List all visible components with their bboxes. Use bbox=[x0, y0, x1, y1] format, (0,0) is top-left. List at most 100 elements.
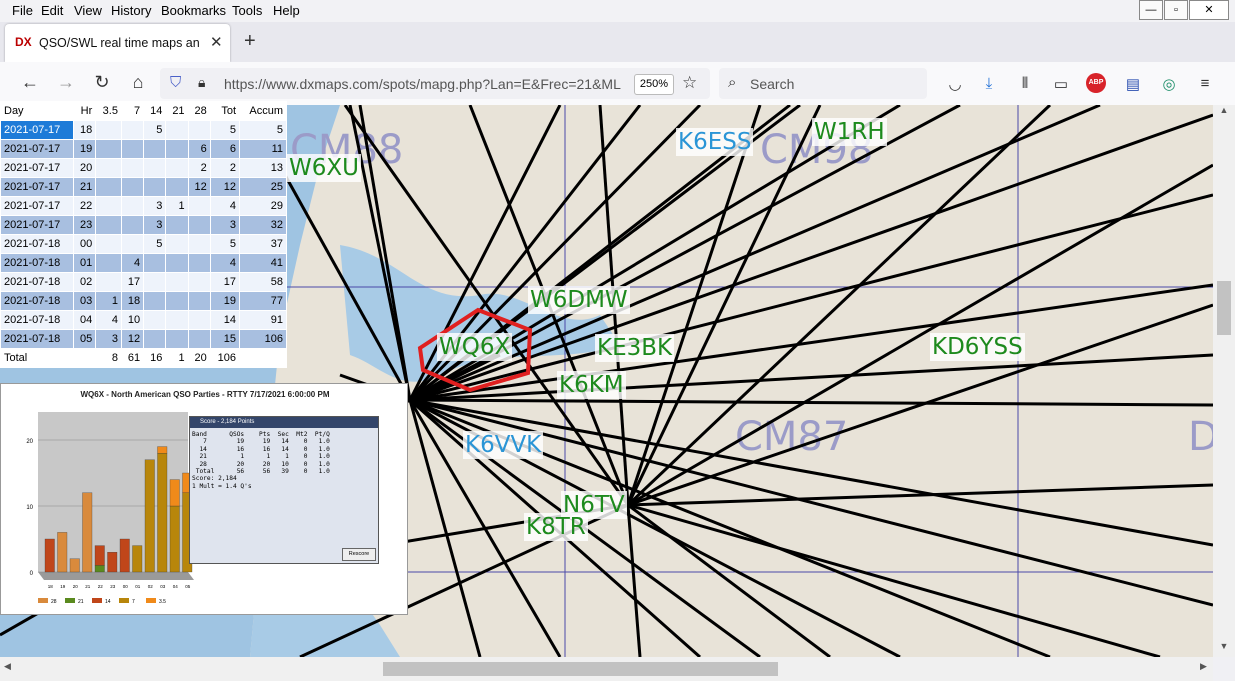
table-row[interactable]: 2021-07-18 03 1 18 19 77 bbox=[0, 291, 287, 311]
table-row[interactable]: 2021-07-18 01 4 4 41 bbox=[0, 253, 287, 273]
table-cell bbox=[120, 215, 145, 235]
horizontal-scrollbar[interactable]: ◀ ▶ bbox=[0, 657, 1213, 681]
col-hr: Hr bbox=[73, 101, 97, 121]
table-cell: 2021-07-17 bbox=[0, 215, 75, 235]
table-cell: 10 bbox=[120, 310, 145, 330]
app-menu-icon[interactable]: ≡ bbox=[1194, 75, 1216, 92]
menu-tools[interactable]: Tools bbox=[232, 3, 262, 18]
chart-bar-7-03 bbox=[157, 453, 168, 573]
rescore-button[interactable]: Rescore bbox=[342, 548, 376, 561]
chart-x-tick: 22 bbox=[98, 584, 104, 589]
close-window-button[interactable]: ✕ bbox=[1189, 0, 1229, 20]
table-cell: 3 bbox=[95, 329, 122, 349]
vertical-scroll-thumb[interactable] bbox=[1217, 281, 1231, 335]
table-cell: 17 bbox=[120, 272, 145, 292]
table-row[interactable]: 2021-07-17 21 12 12 25 bbox=[0, 177, 287, 197]
lock-icon[interactable]: 🔒︎ bbox=[198, 74, 205, 91]
search-placeholder[interactable]: Search bbox=[750, 76, 794, 92]
table-cell bbox=[165, 158, 189, 178]
chart-bar-14-00 bbox=[119, 538, 130, 573]
forward-icon[interactable]: → bbox=[54, 72, 78, 93]
extension-icon[interactable]: ◎ bbox=[1158, 75, 1180, 93]
scroll-down-icon[interactable]: ▼ bbox=[1213, 641, 1235, 657]
menu-history[interactable]: History bbox=[111, 3, 151, 18]
menu-view[interactable]: View bbox=[74, 3, 102, 18]
library-icon[interactable]: ⫴ bbox=[1014, 75, 1036, 92]
reload-icon[interactable]: ↻ bbox=[90, 72, 114, 93]
menu-edit[interactable]: Edit bbox=[41, 3, 63, 18]
table-cell: 4 bbox=[209, 196, 241, 216]
station-label-w6xu[interactable]: W6XU bbox=[287, 154, 361, 182]
close-tab-icon[interactable]: ✕ bbox=[210, 33, 223, 51]
table-cell bbox=[73, 348, 97, 368]
bookmark-star-icon[interactable]: ☆ bbox=[682, 73, 697, 93]
col-28: 28 bbox=[187, 101, 211, 121]
station-label-k6vvk[interactable]: K6VVK bbox=[463, 431, 544, 459]
home-icon[interactable]: ⌂ bbox=[126, 72, 150, 93]
scroll-up-icon[interactable]: ▲ bbox=[1213, 105, 1235, 121]
score-dialog[interactable]: Score - 2,184 Points Band QSOs Pts Sec M… bbox=[189, 416, 379, 564]
chart-y-tick: 20 bbox=[26, 439, 33, 445]
minimize-button[interactable]: — bbox=[1139, 0, 1163, 20]
back-icon[interactable]: ← bbox=[18, 72, 42, 93]
tracking-shield-icon[interactable]: ⛉ bbox=[170, 74, 181, 91]
pocket-icon[interactable]: ◡ bbox=[944, 75, 966, 93]
url-bar[interactable]: ⛉ 🔒︎ https://www.dxmaps.com/spots/mapg.p… bbox=[160, 68, 710, 99]
menu-file[interactable]: File bbox=[12, 3, 33, 18]
table-cell bbox=[95, 272, 122, 292]
table-row[interactable]: 2021-07-18 04 4 10 14 91 bbox=[0, 310, 287, 330]
menu-bookmarks[interactable]: Bookmarks bbox=[161, 3, 226, 18]
table-row[interactable]: 2021-07-18 02 17 17 58 bbox=[0, 272, 287, 292]
table-cell: 12 bbox=[187, 177, 211, 197]
table-cell bbox=[120, 120, 145, 140]
menu-help[interactable]: Help bbox=[273, 3, 300, 18]
station-label-kd6yss[interactable]: KD6YSS bbox=[930, 333, 1025, 361]
scroll-right-icon[interactable]: ▶ bbox=[1200, 661, 1207, 672]
new-tab-icon[interactable]: + bbox=[244, 30, 256, 53]
station-label-wq6x[interactable]: WQ6X bbox=[437, 333, 513, 361]
score-window: WQ6X - North American QSO Parties - RTTY… bbox=[0, 383, 408, 615]
table-cell: 5 bbox=[209, 120, 241, 140]
table-row[interactable]: 2021-07-17 22 3 1 4 29 bbox=[0, 196, 287, 216]
url-text[interactable]: https://www.dxmaps.com/spots/mapg.php?La… bbox=[224, 76, 634, 92]
table-cell: 13 bbox=[239, 158, 287, 178]
table-cell: Total bbox=[0, 348, 75, 368]
score-dialog-title: Score - 2,184 Points bbox=[190, 417, 378, 428]
maximize-button[interactable]: ▫ bbox=[1164, 0, 1188, 20]
table-cell bbox=[187, 272, 211, 292]
station-label-w1rh[interactable]: W1RH bbox=[812, 118, 887, 146]
horizontal-scroll-thumb[interactable] bbox=[383, 662, 778, 676]
table-row[interactable]: 2021-07-17 20 2 2 13 bbox=[0, 158, 287, 178]
table-row[interactable]: 2021-07-18 05 3 12 15 106 bbox=[0, 329, 287, 349]
table-row[interactable]: 2021-07-17 23 3 3 32 bbox=[0, 215, 287, 235]
station-label-k8tr[interactable]: K8TR bbox=[524, 513, 588, 541]
legend-swatch bbox=[65, 598, 75, 603]
table-cell: 3 bbox=[209, 215, 241, 235]
table-cell bbox=[143, 329, 167, 349]
table-cell bbox=[95, 177, 122, 197]
station-label-k6km[interactable]: K6KM bbox=[557, 371, 626, 399]
station-label-ke3bk[interactable]: KE3BK bbox=[595, 334, 675, 362]
station-label-w6dmw[interactable]: W6DMW bbox=[528, 286, 630, 314]
table-cell: 2021-07-18 bbox=[0, 272, 75, 292]
table-row[interactable]: 2021-07-17 18 5 5 5 bbox=[0, 120, 287, 140]
sidebar-icon[interactable]: ▭ bbox=[1050, 75, 1072, 93]
search-box[interactable]: ⌕ Search bbox=[719, 68, 927, 99]
reader-icon[interactable]: ▤ bbox=[1122, 75, 1144, 93]
station-label-k6ess[interactable]: K6ESS bbox=[676, 128, 754, 156]
table-row[interactable]: 2021-07-17 19 6 6 11 bbox=[0, 139, 287, 159]
chart-x-tick: 18 bbox=[48, 584, 54, 589]
table-cell bbox=[165, 253, 189, 273]
score-breakdown-text: Band QSOs Pts Sec Mt2 Pt/Q 7 19 19 14 0 … bbox=[192, 431, 330, 490]
downloads-icon[interactable]: ⤓ bbox=[978, 75, 1000, 92]
table-cell: 22 bbox=[73, 196, 97, 216]
col-day: Day bbox=[0, 101, 75, 121]
tab-title: QSO/SWL real time maps and li bbox=[39, 36, 199, 50]
zoom-level-indicator[interactable]: 250% bbox=[634, 74, 674, 95]
scroll-left-icon[interactable]: ◀ bbox=[4, 661, 11, 672]
vertical-scrollbar[interactable]: ▲ ▼ bbox=[1213, 105, 1235, 657]
table-cell bbox=[165, 234, 189, 254]
adblock-icon[interactable]: ABP bbox=[1086, 73, 1106, 93]
tab-qso-maps[interactable]: DX QSO/SWL real time maps and li ✕ bbox=[5, 24, 230, 62]
table-row[interactable]: 2021-07-18 00 5 5 37 bbox=[0, 234, 287, 254]
